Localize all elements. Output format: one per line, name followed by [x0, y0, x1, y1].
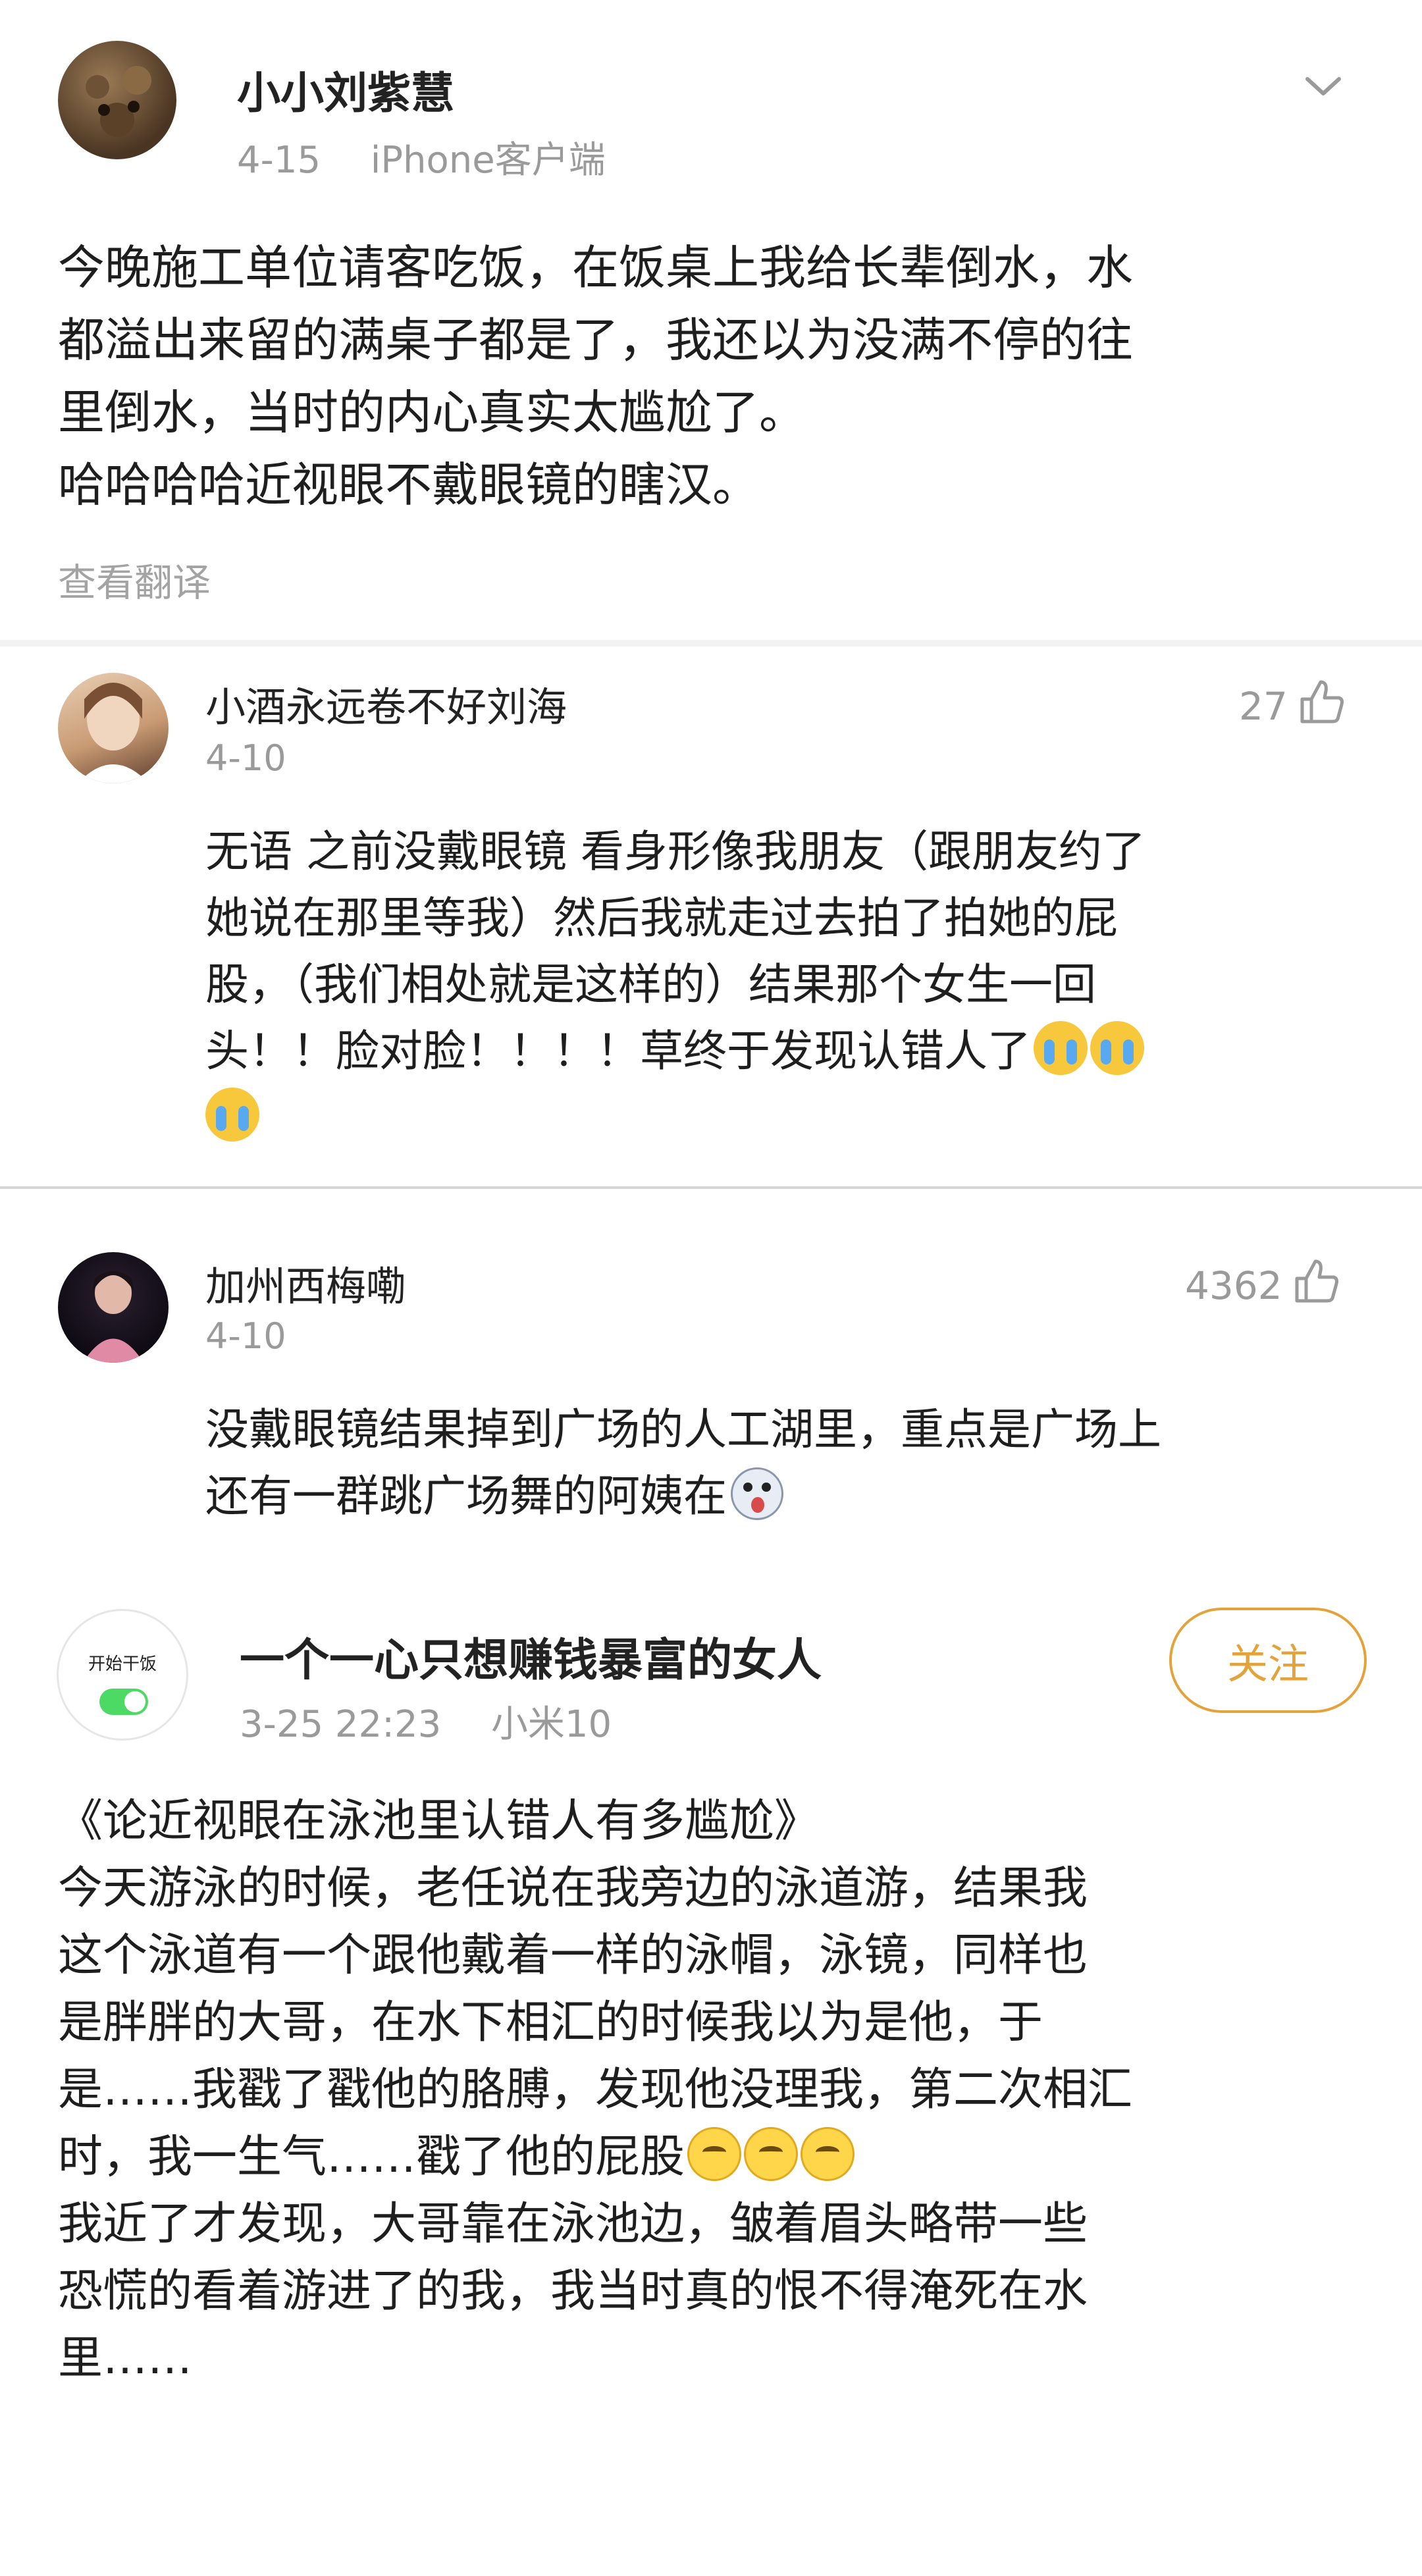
post-body-line: 时，我一生气……戳了他的屁股	[58, 2124, 1388, 2191]
like-count: 4362	[1185, 1263, 1282, 1308]
commenter-name[interactable]: 加州西梅嘞	[205, 1253, 406, 1312]
comment-text: 无语 之前没戴眼镜 看身形像我朋友（跟朋友约了 她说在那里等我）然后我就走过去拍…	[205, 819, 1390, 1151]
like-count: 27	[1239, 684, 1288, 729]
post-body-line: 我近了才发现，大哥靠在泳池边，皱着眉头略带一些	[58, 2198, 1088, 2250]
smile-emoji-icon	[744, 2127, 799, 2181]
post-body-line: 这个泳道有一个跟他戴着一样的泳帽，泳镜，同样也	[58, 1930, 1088, 1982]
commenter-avatar[interactable]	[58, 1252, 169, 1363]
commenter-name[interactable]: 小酒永远卷不好刘海	[205, 674, 567, 733]
smile-emoji-icon	[801, 2127, 855, 2181]
comment-line: 她说在那里等我）然后我就走过去拍了拍她的屁	[205, 892, 1118, 943]
post-body-line: 今天游泳的时候，老任说在我旁边的泳道游，结果我	[58, 1862, 1088, 1914]
post-body-line-text: 时，我一生气……戳了他的屁股	[58, 2131, 685, 2183]
comment-line	[205, 1085, 1390, 1151]
post-meta: 3-25 22:23 小米10	[240, 1695, 612, 1748]
post-date: 4-15	[237, 139, 321, 182]
comment-date: 4-10	[205, 1315, 286, 1357]
dog-photo-icon	[86, 66, 151, 137]
post-date: 3-25 22:23	[240, 1703, 442, 1746]
comment-line: 没戴眼镜结果掉到广场的人工湖里，重点是广场上	[205, 1404, 1161, 1455]
toggle-icon	[99, 1689, 148, 1715]
thumbs-up-icon	[1293, 1257, 1340, 1314]
comment-line-text: 还有一群跳广场舞的阿姨在	[205, 1470, 727, 1521]
post-body-line: 恐慌的看着游进了的我，我当时真的恨不得淹死在水	[58, 2265, 1088, 2317]
post-body-line: 是……我戳了戳他的胳膊，发现他没理我，第二次相汇	[58, 2064, 1133, 2116]
shocked-emoji-icon	[731, 1467, 783, 1520]
comment-line: 无语 之前没戴眼镜 看身形像我朋友（跟朋友约了	[205, 826, 1146, 877]
post-body-line: 是胖胖的大哥，在水下相汇的时候我以为是他，于	[58, 1997, 1043, 2049]
avatar-label: 开始干饭	[88, 1654, 157, 1674]
crying-emoji-icon	[1090, 1020, 1144, 1075]
girl-photo-icon	[78, 683, 149, 783]
original-post: 小小刘紫慧 4-15 iPhone客户端 今晚施工单位请客吃饭，在饭桌上我给长辈…	[0, 0, 1422, 645]
post-body-line: 里倒水，当时的内心真实太尴尬了。	[58, 385, 806, 440]
post-body-line: 今晚施工单位请客吃饭，在饭桌上我给长辈倒水，水	[58, 240, 1134, 295]
like-button[interactable]: 4362	[1185, 1257, 1340, 1314]
crying-emoji-icon	[205, 1087, 259, 1142]
translate-link[interactable]: 查看翻译	[58, 552, 211, 607]
post-body-line: 《论近视眼在泳池里认错人有多尴尬》	[58, 1795, 820, 1847]
comment-item: 加州西梅嘞 4-10 4362 没戴眼镜结果掉到广场的人工湖里，重点是广场上 还…	[0, 1189, 1422, 1584]
comment-date: 4-10	[205, 737, 286, 779]
crying-emoji-icon	[1034, 1020, 1088, 1075]
commenter-avatar[interactable]	[58, 673, 169, 783]
post-meta: 4-15 iPhone客户端	[237, 130, 606, 184]
comment-line: 股，（我们相处就是这样的）结果那个女生一回	[205, 959, 1096, 1010]
post-body: 《论近视眼在泳池里认错人有多尴尬》 今天游泳的时候，老任说在我旁边的泳道游，结果…	[58, 1788, 1388, 2392]
section-divider	[0, 640, 1422, 646]
author-avatar[interactable]	[58, 41, 176, 159]
comment-line: 还有一群跳广场舞的阿姨在	[205, 1463, 1390, 1530]
singer-photo-icon	[83, 1271, 144, 1363]
follow-button[interactable]: 关注	[1169, 1608, 1367, 1713]
comment-item: 小酒永远卷不好刘海 4-10 27 无语 之前没戴眼镜 看身形像我朋友（跟朋友约…	[0, 646, 1422, 1186]
like-button[interactable]: 27	[1239, 678, 1346, 735]
comment-line: 头！！脸对脸！！！！草终于发现认错人了	[205, 1018, 1390, 1085]
author-avatar[interactable]: 开始干饭	[57, 1609, 188, 1741]
comment-line-text: 头！！脸对脸！！！！草终于发现认错人了	[205, 1025, 1031, 1076]
post-body-line: 都溢出来留的满桌子都是了，我还以为没满不停的往	[58, 313, 1134, 368]
smile-emoji-icon	[687, 2127, 742, 2181]
chevron-down-icon[interactable]	[1304, 74, 1343, 100]
follow-label: 关注	[1226, 1640, 1309, 1688]
author-name[interactable]: 一个一心只想赚钱暴富的女人	[240, 1623, 822, 1689]
second-post: 开始干饭 一个一心只想赚钱暴富的女人 3-25 22:23 小米10 关注 《论…	[0, 1584, 1422, 2576]
comment-text: 没戴眼镜结果掉到广场的人工湖里，重点是广场上 还有一群跳广场舞的阿姨在	[205, 1397, 1390, 1530]
post-body: 今晚施工单位请客吃饭，在饭桌上我给长辈倒水，水 都溢出来留的满桌子都是了，我还以…	[58, 232, 1375, 521]
author-name[interactable]: 小小刘紫慧	[237, 58, 454, 121]
thumbs-up-icon	[1298, 678, 1346, 735]
post-device: 小米10	[490, 1703, 612, 1746]
post-device: iPhone客户端	[370, 139, 606, 182]
post-body-line: 哈哈哈哈近视眼不戴眼镜的瞎汉。	[58, 458, 760, 513]
post-body-line: 里……	[58, 2332, 193, 2384]
